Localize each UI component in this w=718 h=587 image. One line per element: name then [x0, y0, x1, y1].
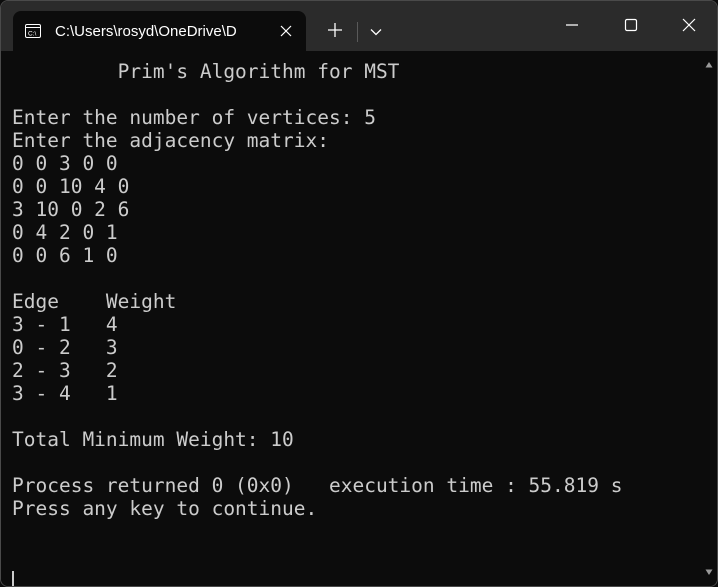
console-text: Prim's Algorithm for MST Enter the numbe… [12, 60, 622, 520]
console-line: 0 0 10 4 0 [12, 175, 130, 198]
vertical-scrollbar[interactable] [701, 51, 717, 586]
tab-close-icon[interactable] [278, 23, 294, 39]
console-line: Edge Weight [12, 290, 177, 313]
console-line: 3 - 4 1 [12, 382, 118, 405]
console-line: Press any key to continue. [12, 497, 318, 520]
console-line: Process returned 0 (0x0) execution time … [12, 474, 623, 497]
tab-title: C:\Users\rosyd\OneDrive\D [55, 23, 237, 40]
console-line: 3 10 0 2 6 [12, 198, 130, 221]
text-cursor [12, 571, 14, 586]
console-line: Prim's Algorithm for MST [12, 60, 400, 83]
console-line: Enter the adjacency matrix: [12, 129, 329, 152]
console-line: 0 0 6 1 0 [12, 244, 118, 267]
console-line: 0 0 3 0 0 [12, 152, 118, 175]
new-tab-plus-icon[interactable] [327, 22, 343, 38]
window-close-icon[interactable] [681, 17, 697, 33]
title-bar[interactable]: C:\ C:\Users\rosyd\OneDrive\D [1, 1, 717, 51]
terminal-tab[interactable]: C:\ C:\Users\rosyd\OneDrive\D [13, 11, 306, 51]
maximize-icon[interactable] [623, 17, 639, 33]
console-line: 3 - 1 4 [12, 313, 118, 336]
svg-text:C:\: C:\ [28, 31, 37, 38]
console-line: 0 - 2 3 [12, 336, 118, 359]
chevron-down-icon[interactable] [369, 25, 383, 39]
tab-divider [357, 22, 358, 42]
console-line: Total Minimum Weight: 10 [12, 428, 294, 451]
minimize-icon[interactable] [564, 17, 580, 33]
console-line: 2 - 3 2 [12, 359, 118, 382]
console-line: 0 4 2 0 1 [12, 221, 118, 244]
scroll-down-arrow-icon[interactable] [705, 568, 713, 576]
scroll-up-arrow-icon[interactable] [705, 61, 713, 69]
terminal-window: C:\ C:\Users\rosyd\OneDrive\D Prim's Alg… [0, 0, 718, 587]
console-line: Enter the number of vertices: 5 [12, 106, 376, 129]
terminal-icon: C:\ [25, 24, 41, 38]
console-output-area[interactable]: Prim's Algorithm for MST Enter the numbe… [1, 51, 701, 586]
